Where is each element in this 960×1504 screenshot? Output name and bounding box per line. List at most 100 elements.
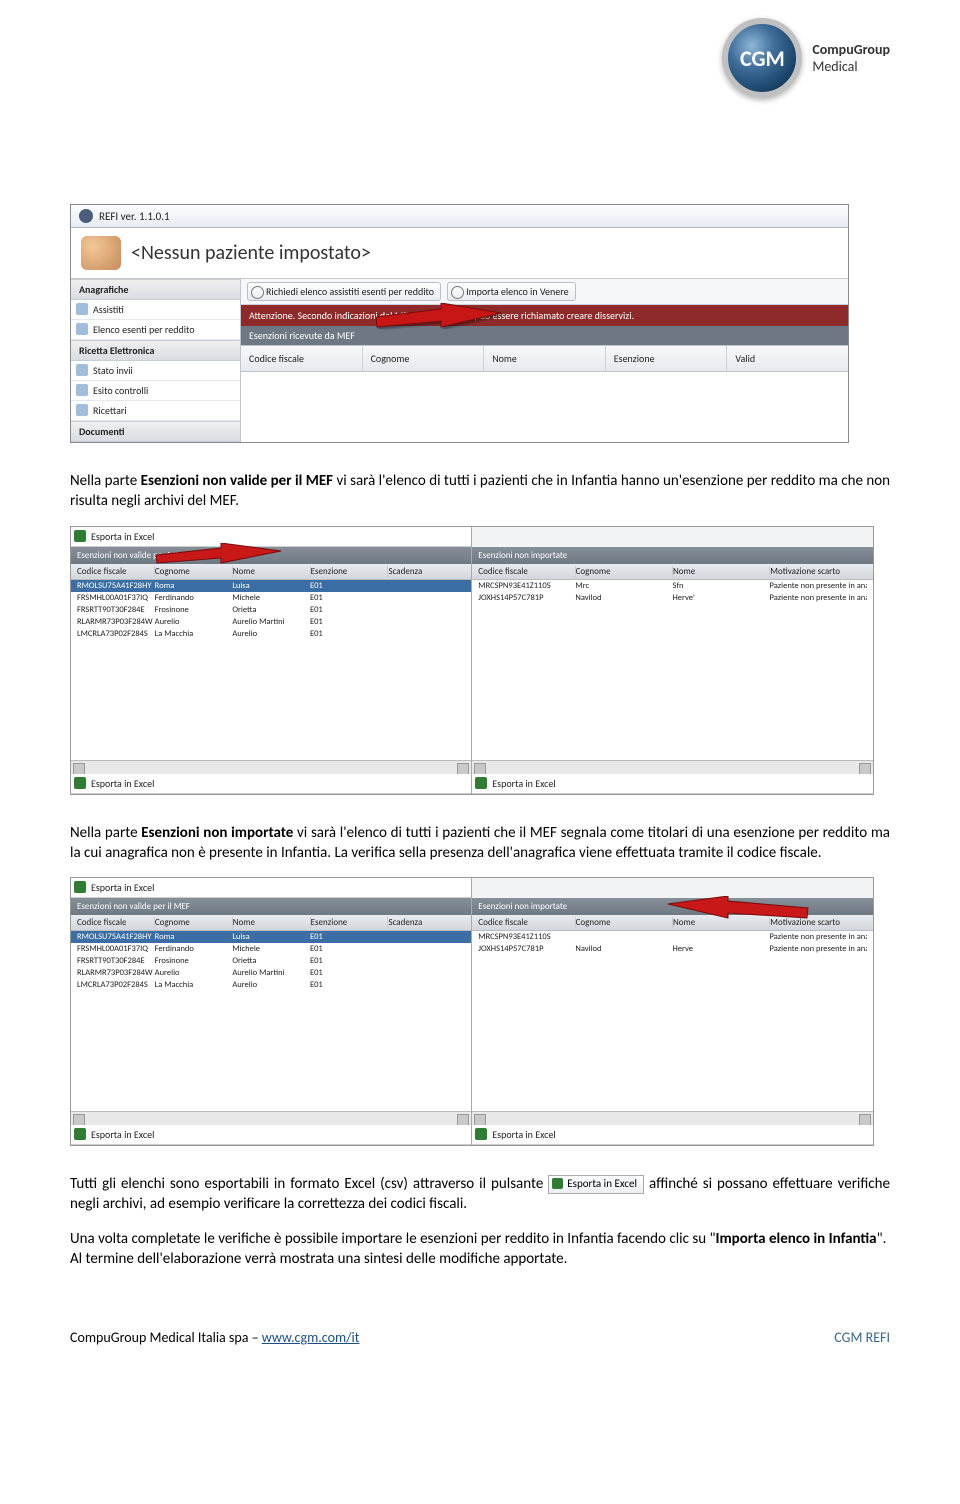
rc4[interactable]: Motivazione scarto [770,917,866,928]
patient-bar: <Nessun paziente impostato> [71,228,848,279]
p4c: ". [877,1230,887,1248]
toolbar: Richiedi elenco assistiti esenti per red… [241,279,848,305]
table-row[interactable]: FRSMHL00A01F37IQ Ferdinando Michele E01 [71,943,471,955]
lc3[interactable]: Nome [233,917,311,928]
screenshot-refi-window: REFI ver. 1.1.0.1 <Nessun paziente impos… [70,204,849,443]
lc4[interactable]: Esenzione [311,917,389,928]
rc1[interactable]: Codice fiscale [478,566,575,577]
paragraph-4: Una volta completate le verifiche è poss… [70,1229,890,1270]
scrollbar[interactable] [71,1111,471,1125]
lc2[interactable]: Cognome [155,917,233,928]
footer-right: CGM REFI [834,1329,890,1346]
lc2[interactable]: Cognome [155,566,233,577]
cell: E01 [310,944,388,954]
table-row[interactable]: RLARMR73P03F284W Aurelio Aurelio Martini… [71,967,471,979]
cell: Navilod [575,593,672,603]
cell: Michele [232,593,310,603]
rc3[interactable]: Nome [673,917,770,928]
footer-link[interactable]: www.cgm.com/it [262,1329,360,1346]
lc4[interactable]: Esenzione [311,566,389,577]
lc1[interactable]: Codice fiscale [77,917,155,928]
cell [388,617,466,627]
lc1[interactable]: Codice fiscale [77,566,155,577]
cell: Aurelio [232,980,310,990]
table-row[interactable]: RMOLSU75A41F28HY Roma Luisa E01 [71,580,471,592]
cell: E01 [310,629,388,639]
btn-richiedi-elenco[interactable]: Richiedi elenco assistiti esenti per red… [247,282,441,301]
right-title-bar: Esenzioni non importate [472,547,872,564]
sidebar-item-stato-invii[interactable]: Stato invii [71,361,240,381]
cell: FRSMHL00A01F37IQ [77,944,155,954]
cell: Sfn [672,581,769,591]
rc2[interactable]: Cognome [576,566,673,577]
export-excel-left[interactable]: Esporta in Excel [71,878,471,898]
cell [388,932,466,942]
col-esenzione[interactable]: Esenzione [606,346,728,371]
p4b: Importa elenco in Infantia [715,1230,876,1248]
patient-title: <Nessun paziente impostato> [131,241,371,265]
sidebar-item-esito-controlli[interactable]: Esito controlli [71,381,240,401]
cell: Ferdinando [155,944,233,954]
cell: E01 [310,956,388,966]
table-row[interactable]: JOXHS14P57C781P Navilod Herve Paziente n… [472,943,872,955]
brand-logo: CGM CompuGroup Medical [722,18,890,98]
cell: Luisa [232,932,310,942]
logo-line1: CompuGroup [812,41,890,58]
col-cognome[interactable]: Cognome [363,346,485,371]
cell: MRCSPN93E41Z110S [478,581,575,591]
table-row[interactable]: MRCSPN93E41Z110S Mrc Sfn Paziente non pr… [472,580,872,592]
right-title: Esenzioni non importate [478,901,866,912]
cell: Orietta [232,956,310,966]
cell: Aurelio [155,968,233,978]
table-row[interactable]: LMCRLA73P02F284S La Macchia Aurelio E01 [71,628,471,640]
sidebar-item-assistiti[interactable]: Assistiti [71,300,240,320]
lc3[interactable]: Nome [233,566,311,577]
rc2[interactable]: Cognome [576,917,673,928]
col-valid[interactable]: Valid [727,346,848,371]
export-excel-left-bottom[interactable]: Esporta in Excel [71,774,471,794]
lc5[interactable]: Scadenza [388,917,465,928]
table-row[interactable]: FRSRTT90T30F284E Frosinone Orietta E01 [71,604,471,616]
sidebar: Anagrafiche Assistiti Elenco esenti per … [71,279,241,442]
column-headers: Codice fiscale Cognome Nome Esenzione Va… [241,345,848,372]
rc1[interactable]: Codice fiscale [478,917,575,928]
scrollbar[interactable] [71,760,471,774]
table-row[interactable]: FRSMHL00A01F37IQ Ferdinando Michele E01 [71,592,471,604]
scrollbar[interactable] [472,1111,872,1125]
window-titlebar: REFI ver. 1.1.0.1 [71,205,848,228]
export-excel-left-bottom[interactable]: Esporta in Excel [71,1125,471,1145]
table-row[interactable]: RMOLSU75A41F28HY Roma Luisa E01 [71,931,471,943]
cell: E01 [310,980,388,990]
cell: Paziente non presente in anag [770,932,867,942]
cell: Paziente non presente in anag [770,581,867,591]
col-nome[interactable]: Nome [484,346,606,371]
table-row[interactable]: FRSRTT90T30F284E Frosinone Orietta E01 [71,955,471,967]
sidebar-item-ricettari[interactable]: Ricettari [71,401,240,421]
rc4[interactable]: Motivazione scarto [770,566,866,577]
btn-importa-elenco[interactable]: Importa elenco in Venere [447,282,576,301]
export-excel-right-bottom[interactable]: Esporta in Excel [472,1125,872,1145]
p3a: Tutti gli elenchi sono esportabili in fo… [70,1175,548,1193]
col-codice-fiscale[interactable]: Codice fiscale [241,346,363,371]
p4a: Una volta completate le verifiche è poss… [70,1230,715,1248]
cell [388,980,466,990]
table-row[interactable]: JOXHS14P57C781P Navilod Herve' Paziente … [472,592,872,604]
cell: E01 [310,605,388,615]
cell [388,605,466,615]
export-excel-right-bottom[interactable]: Esporta in Excel [472,774,872,794]
cell: MRCSPN93E41Z110S [478,932,575,942]
right-pane: . Esenzioni non importate Codice fiscale… [472,527,872,794]
export-excel-left[interactable]: Esporta in Excel [71,527,471,547]
table-row[interactable]: LMCRLA73P02F284S La Macchia Aurelio E01 [71,979,471,991]
sidebar-group-ricetta: Ricetta Elettronica [71,340,240,361]
cell: Frosinone [155,956,233,966]
cell: JOXHS14P57C781P [478,593,575,603]
table-row[interactable]: RLARMR73P03F284W Aurelio Aurelio Martini… [71,616,471,628]
table-row[interactable]: MRCSPN93E41Z110S Paziente non presente i… [472,931,872,943]
sidebar-item-elenco-esenti[interactable]: Elenco esenti per reddito [71,320,240,340]
cell: Paziente non presente in anag [770,944,867,954]
rc3[interactable]: Nome [673,566,770,577]
scrollbar[interactable] [472,760,872,774]
lc5[interactable]: Scadenza [388,566,465,577]
cell: E01 [310,968,388,978]
